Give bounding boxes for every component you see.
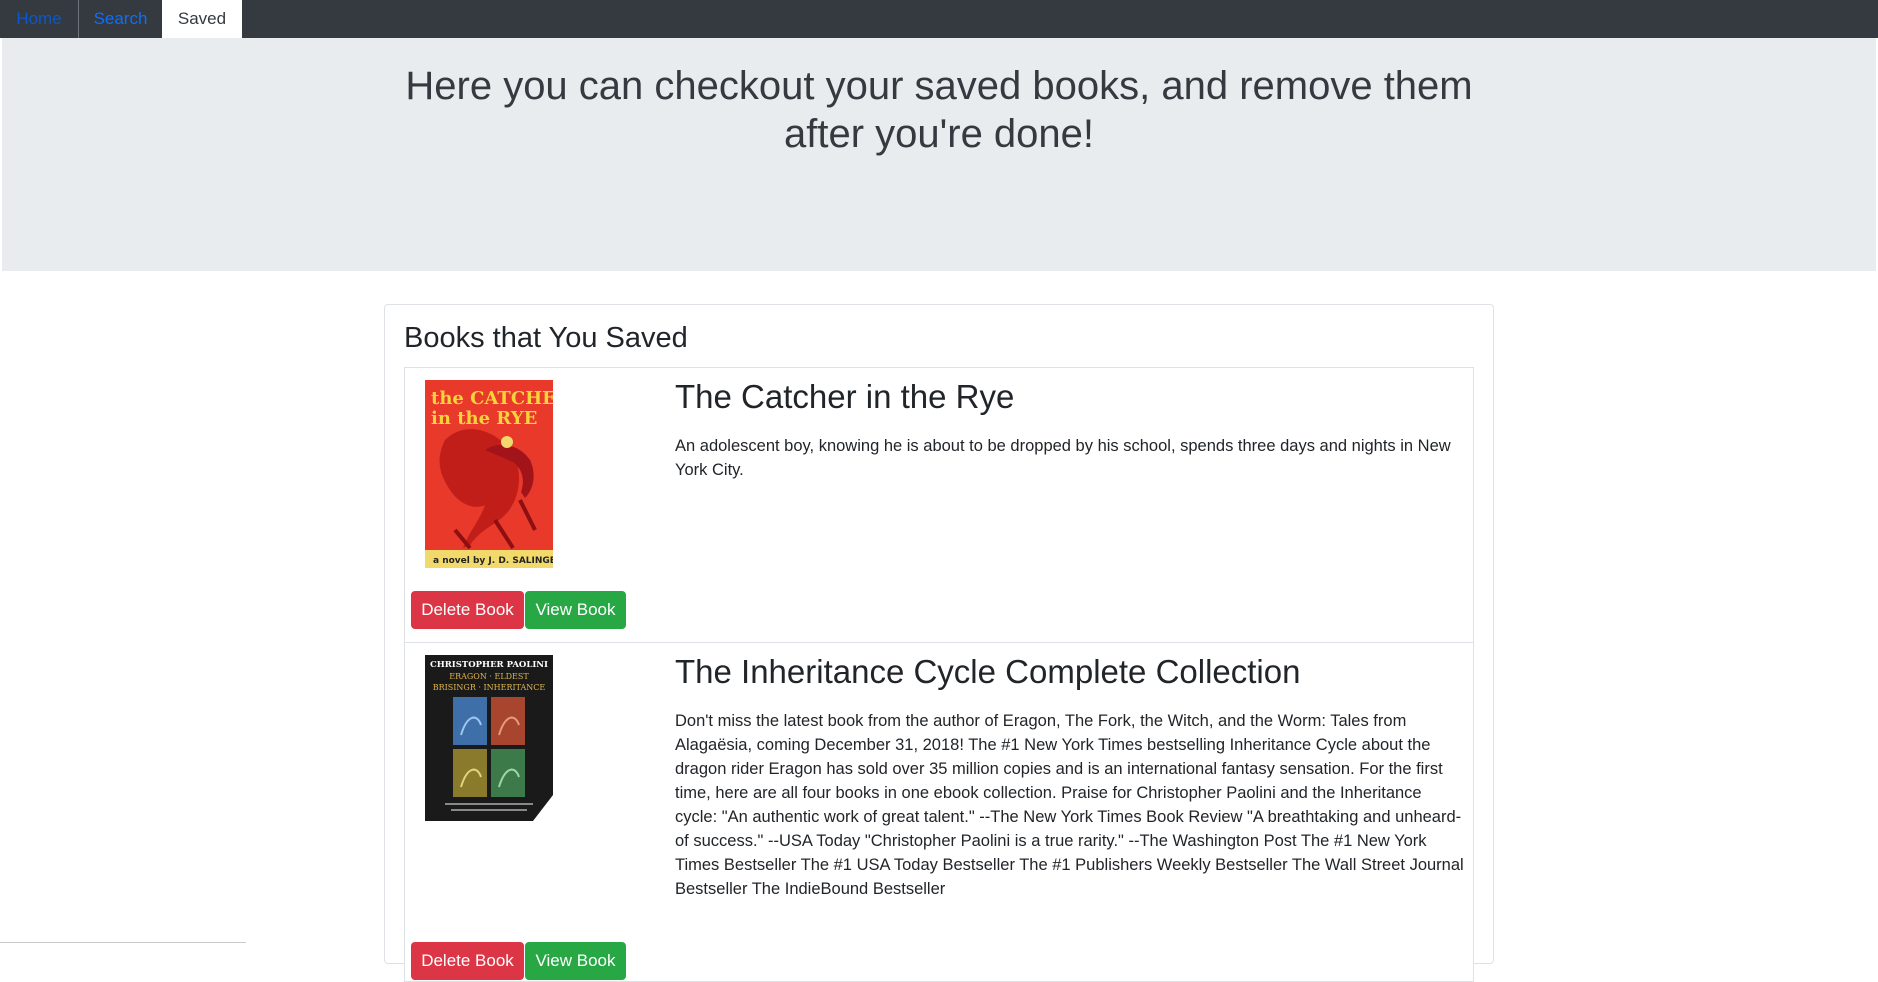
cover-author: a novel by J. D. SALINGER [433,556,553,566]
book-description: An adolescent boy, knowing he is about t… [675,437,1451,479]
tab-saved[interactable]: Saved [162,0,242,38]
divider [0,942,246,943]
book-cover-image: CHRISTOPHER PAOLINI ERAGON · ELDEST BRIS… [425,655,553,821]
book-title: The Inheritance Cycle Complete Collectio… [675,653,1301,690]
view-book-button[interactable]: View Book [525,942,626,980]
cover-line1: ERAGON · ELDEST [449,672,529,681]
tab-home[interactable]: Home [0,0,78,38]
delete-book-button[interactable]: Delete Book [411,942,524,980]
book-title: The Catcher in the Rye [675,378,1015,415]
cover-author: CHRISTOPHER PAOLINI [430,660,548,670]
saved-book-item: the CATCHER in the RYE a novel by J. D. … [404,367,1474,643]
saved-books-heading: Books that You Saved [404,322,688,354]
book-description: Don't miss the latest book from the auth… [675,712,1464,898]
saved-book-item: CHRISTOPHER PAOLINI ERAGON · ELDEST BRIS… [404,642,1474,982]
cover-line2: BRISINGR · INHERITANCE [433,683,546,692]
cover-title-line2: in the RYE [431,408,537,429]
hero-title: Here you can checkout your saved books, … [405,64,1473,156]
tab-search[interactable]: Search [78,0,162,38]
cover-title-line1: the CATCHER [431,388,553,409]
book-cover-image: the CATCHER in the RYE a novel by J. D. … [425,380,553,568]
view-book-button[interactable]: View Book [525,591,626,629]
top-navbar: Home Search Saved [0,0,1878,38]
delete-book-button[interactable]: Delete Book [411,591,524,629]
